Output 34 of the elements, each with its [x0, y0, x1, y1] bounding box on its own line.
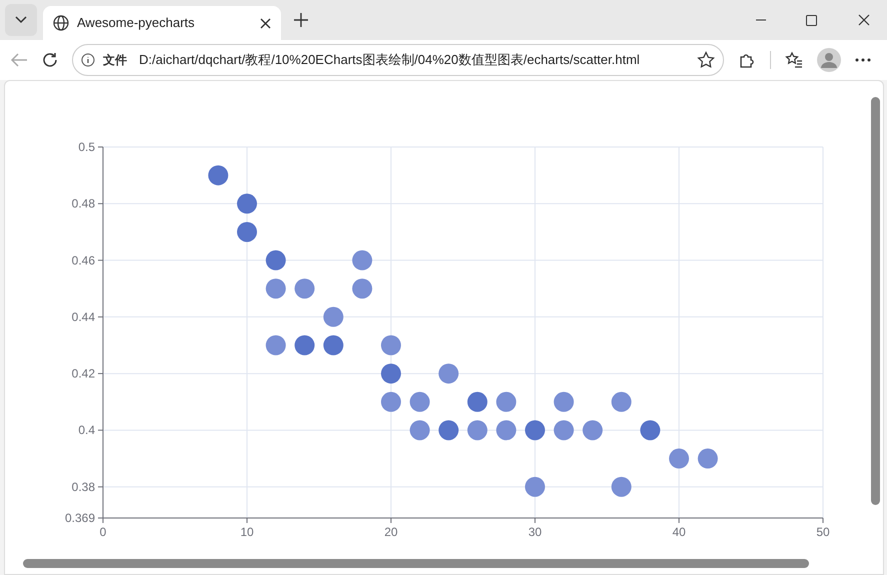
y-tick-label: 0.5: [78, 140, 95, 154]
info-icon: [81, 53, 95, 67]
close-icon[interactable]: [260, 18, 271, 28]
y-tick-label: 0.369: [64, 511, 95, 525]
url-text: D:/aichart/dqchart/教程/10%20ECharts图表绘制/04%20数值型图表/echarts/scatter.html: [139, 51, 641, 70]
horizontal-scrollbar[interactable]: [23, 559, 809, 568]
maximize-icon[interactable]: [806, 14, 817, 26]
favorites-icon[interactable]: [785, 51, 803, 69]
tab-list-button[interactable]: [5, 4, 37, 36]
globe-icon: [53, 15, 69, 31]
browser-tab[interactable]: Awesome-pyecharts: [43, 6, 281, 40]
y-tick-label: 0.44: [72, 310, 95, 324]
x-tick-label: 30: [528, 525, 542, 539]
x-tick-label: 10: [240, 525, 254, 539]
more-icon[interactable]: [855, 58, 871, 62]
x-tick-label: 0: [100, 525, 106, 539]
y-tick-label: 0.38: [72, 480, 95, 494]
file-label: 文件: [103, 52, 127, 69]
x-tick-label: 40: [672, 525, 686, 539]
address-bar[interactable]: 文件 D:/aichart/dqchart/教程/10%20ECharts图表绘制/04%20数值型图表/echarts/scatter.html: [72, 44, 724, 76]
y-tick-label: 0.4: [78, 423, 95, 438]
star-icon[interactable]: [697, 51, 715, 69]
y-tick-label: 0.48: [72, 196, 95, 211]
new-tab-icon[interactable]: [293, 12, 309, 28]
x-tick-label: 50: [816, 525, 830, 539]
avatar-icon[interactable]: [817, 48, 841, 72]
x-tick-label: 20: [384, 525, 398, 539]
close-window-icon[interactable]: [858, 14, 870, 26]
chevron-down-icon: [15, 16, 27, 24]
y-tick-label: 0.46: [72, 253, 95, 268]
reload-icon[interactable]: [42, 52, 58, 68]
vertical-scrollbar[interactable]: [871, 97, 880, 505]
y-tick-label: 0.42: [72, 366, 95, 381]
tab-title: Awesome-pyecharts: [77, 14, 196, 32]
